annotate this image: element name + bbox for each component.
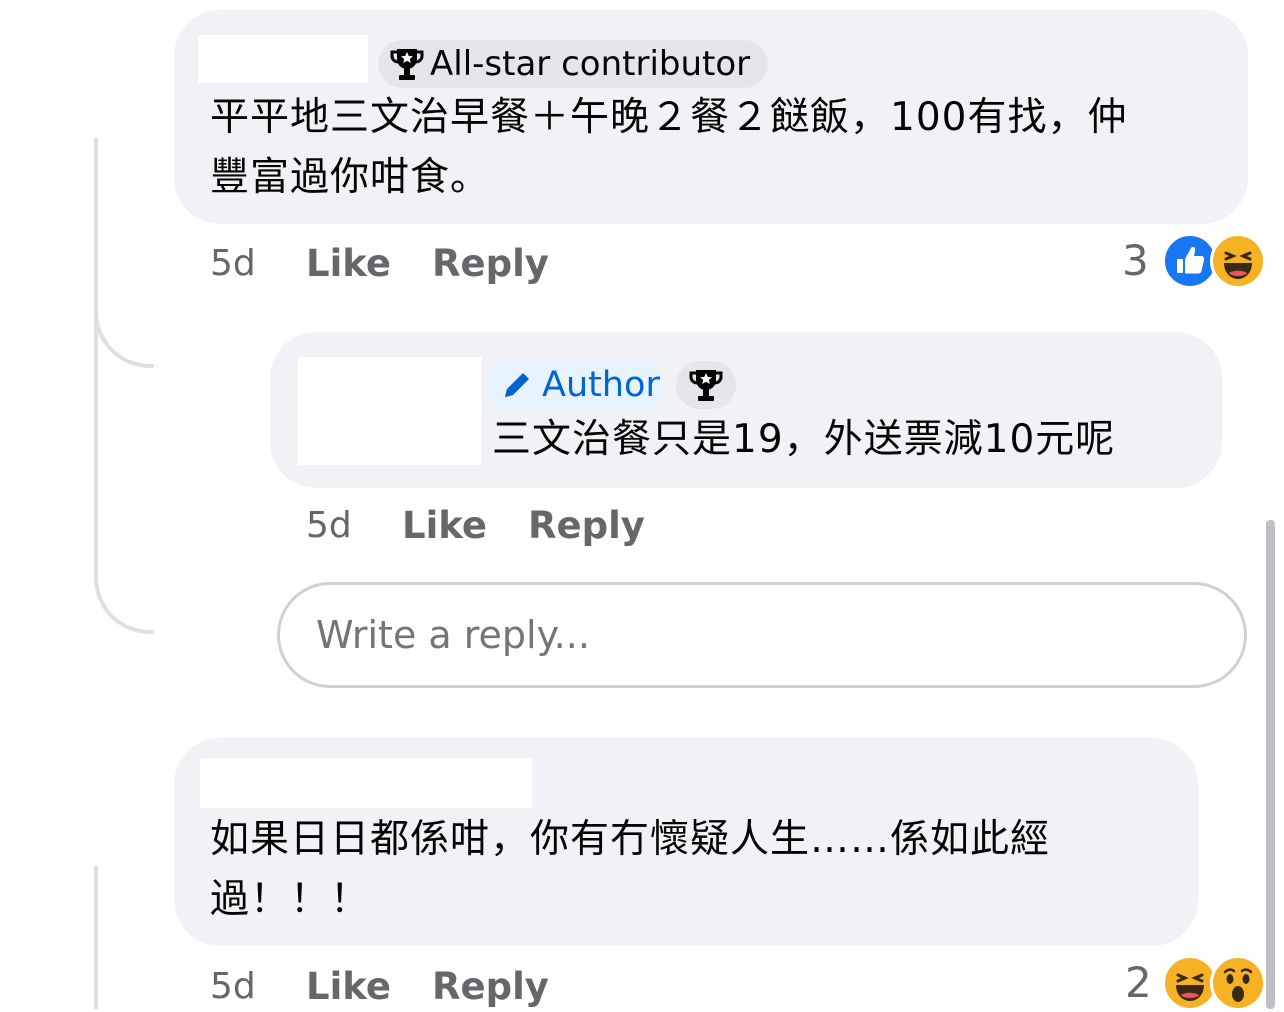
commenter-name-redacted[interactable] <box>198 35 368 83</box>
reaction-count[interactable]: 3 <box>1122 236 1149 285</box>
reaction-count[interactable]: 2 <box>1125 958 1152 1007</box>
comment-text-line: 平平地三文治早餐＋午晚２餐２餸飯，100有找，仲 <box>210 95 1128 140</box>
thread-line <box>94 300 154 634</box>
comment-text: 如果日日都係咁，你有冇懷疑人生……係如此經 過！！！ <box>210 810 1050 930</box>
like-button[interactable]: Like <box>306 242 391 285</box>
author-badge: Author <box>490 361 662 409</box>
badge-label: All-star contributor <box>430 44 751 84</box>
like-button[interactable]: Like <box>402 504 487 547</box>
reply-button[interactable]: Reply <box>432 242 549 285</box>
comment-text-line: 如果日日都係咁，你有冇懷疑人生……係如此經 <box>210 817 1051 862</box>
thread-line <box>94 866 98 1009</box>
commenter-name-redacted[interactable] <box>200 758 532 808</box>
comment-time[interactable]: 5d <box>306 505 352 546</box>
comment-time[interactable]: 5d <box>210 243 256 284</box>
trophy-badge[interactable] <box>676 361 736 409</box>
comment-text-line: 豐富過你咁食。 <box>210 155 491 200</box>
reply-input[interactable] <box>277 582 1247 688</box>
comment-time[interactable]: 5d <box>210 966 256 1007</box>
reply-button[interactable]: Reply <box>432 965 549 1008</box>
all-star-badge[interactable]: All-star contributor <box>378 40 768 88</box>
author-label: Author <box>542 365 660 405</box>
comment-text-line: 過！！！ <box>210 877 371 922</box>
author-avatar-redacted[interactable] <box>298 357 482 465</box>
reply-button[interactable]: Reply <box>528 504 645 547</box>
comment-text-line: 三文治餐只是19，外送票減10元呢 <box>492 417 1116 462</box>
trophy-icon <box>390 46 424 82</box>
pencil-icon <box>500 368 534 402</box>
trophy-icon <box>689 367 723 403</box>
wow-icon[interactable] <box>1210 955 1266 1011</box>
comment-text: 平平地三文治早餐＋午晚２餐２餸飯，100有找，仲 豐富過你咁食。 <box>210 88 1127 208</box>
haha-icon[interactable] <box>1210 233 1266 289</box>
scrollbar[interactable] <box>1266 520 1275 1009</box>
reply-text: 三文治餐只是19，外送票減10元呢 <box>492 410 1115 470</box>
like-button[interactable]: Like <box>306 965 391 1008</box>
